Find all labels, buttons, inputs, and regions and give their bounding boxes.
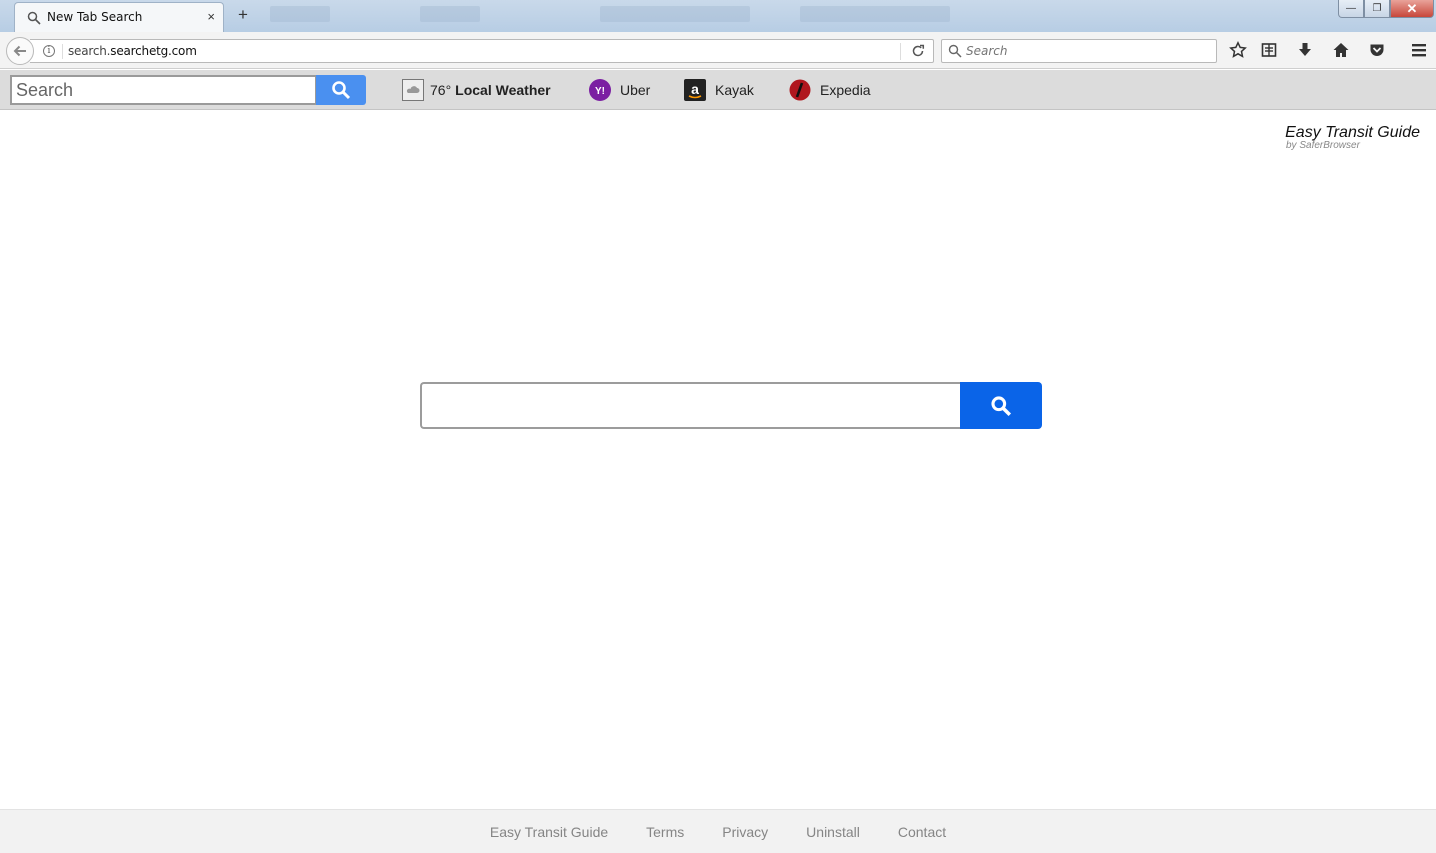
search-icon (991, 395, 1012, 416)
search-icon (948, 44, 962, 58)
footer-link-uninstall[interactable]: Uninstall (806, 824, 860, 840)
divider (900, 43, 901, 60)
weather-link[interactable]: 76° Local Weather (402, 77, 551, 103)
download-icon[interactable] (1295, 40, 1315, 60)
extension-toolbar: 76° Local Weather Y! Uber a Kayak Expedi… (0, 70, 1436, 110)
main-search-input[interactable] (420, 382, 962, 429)
brand-subtitle: by SaferBrowser (1286, 140, 1360, 151)
url-prefix: search. (68, 44, 111, 58)
footer-link-terms[interactable]: Terms (646, 824, 684, 840)
footer-link-easy-transit-guide[interactable]: Easy Transit Guide (490, 824, 608, 840)
footer-link-contact[interactable]: Contact (898, 824, 946, 840)
link-uber[interactable]: Y! Uber (589, 77, 650, 103)
background-ghost (600, 6, 750, 22)
minimize-icon: — (1346, 3, 1356, 14)
tab-title: New Tab Search (47, 10, 143, 24)
link-kayak[interactable]: a Kayak (684, 77, 754, 103)
minimize-button[interactable]: — (1338, 0, 1364, 18)
background-ghost (420, 6, 480, 22)
browser-search-bar[interactable] (941, 39, 1217, 63)
expedia-icon (789, 79, 811, 101)
link-expedia[interactable]: Expedia (789, 77, 871, 103)
close-window-button[interactable]: ✕ (1390, 0, 1434, 18)
info-icon[interactable]: i (43, 45, 55, 57)
home-icon[interactable] (1331, 40, 1351, 60)
link-label: Uber (620, 82, 651, 98)
reading-list-icon[interactable] (1259, 40, 1279, 60)
svg-text:a: a (691, 81, 699, 97)
pocket-icon[interactable] (1367, 40, 1387, 60)
link-label: Expedia (820, 82, 871, 98)
restore-icon: ❐ (1372, 3, 1382, 14)
footer: Easy Transit Guide Terms Privacy Uninsta… (0, 809, 1436, 853)
window-controls: — ❐ ✕ (1338, 0, 1434, 18)
restore-button[interactable]: ❐ (1364, 0, 1390, 18)
svg-text:Y!: Y! (595, 86, 605, 97)
background-ghost (270, 6, 330, 22)
reload-icon[interactable] (911, 44, 925, 58)
navigation-toolbar: i search.searchetg.com (0, 32, 1436, 69)
footer-link-privacy[interactable]: Privacy (722, 824, 768, 840)
address-bar[interactable]: i search.searchetg.com (30, 39, 934, 63)
new-tab-button[interactable]: + (234, 5, 252, 25)
link-label: Kayak (715, 82, 754, 98)
back-arrow-icon (13, 45, 26, 57)
star-icon[interactable] (1228, 40, 1248, 60)
weather-label: Local Weather (455, 82, 551, 98)
url-text[interactable]: search.searchetg.com (68, 44, 197, 58)
tab-new-tab-search[interactable]: New Tab Search × (14, 2, 224, 32)
browser-search-input[interactable] (966, 43, 1206, 59)
main-search-button[interactable] (960, 382, 1042, 429)
search-icon (27, 11, 41, 25)
weather-temp: 76° (430, 82, 452, 98)
toolbar-search-button[interactable] (316, 75, 366, 105)
close-tab-icon[interactable]: × (207, 9, 215, 24)
url-domain: searchetg.com (110, 44, 197, 58)
weather-icon (402, 79, 424, 101)
background-ghost (800, 6, 950, 22)
toolbar-search-input[interactable] (10, 75, 317, 105)
yahoo-icon: Y! (589, 79, 611, 101)
menu-icon[interactable] (1409, 40, 1429, 60)
search-icon (332, 81, 351, 100)
close-icon: ✕ (1406, 0, 1418, 16)
tab-strip: New Tab Search × + — ❐ ✕ (0, 0, 1436, 32)
amazon-icon: a (684, 79, 706, 101)
divider (62, 44, 63, 59)
back-button[interactable] (6, 37, 34, 65)
